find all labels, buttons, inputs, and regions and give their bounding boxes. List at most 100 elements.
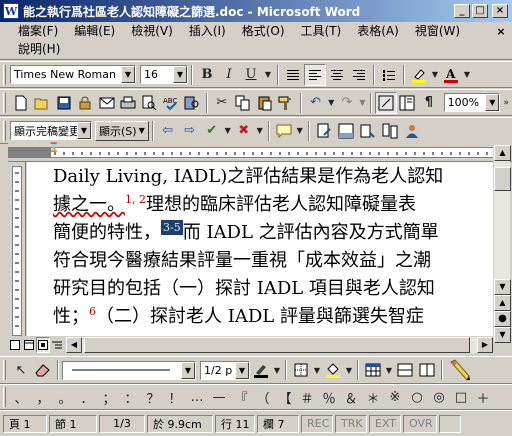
symbol-button[interactable]: ＃ xyxy=(296,386,318,408)
status-ext[interactable]: EXT xyxy=(369,414,401,433)
next-page-button[interactable]: ▼ xyxy=(494,327,511,343)
insert-table-icon[interactable] xyxy=(362,359,384,381)
line-style-combo[interactable]: ▼ xyxy=(62,360,196,380)
toolbar-grip[interactable] xyxy=(3,120,6,141)
table-dropdown-icon[interactable]: ▼ xyxy=(384,359,394,381)
indent-marker-icon[interactable]: ⌛ xyxy=(48,143,59,153)
track-changes-icon[interactable] xyxy=(313,120,335,142)
symbol-button[interactable]: … xyxy=(186,386,208,408)
merge-cells-icon[interactable] xyxy=(394,359,416,381)
outline-view-icon[interactable] xyxy=(50,337,64,353)
align-center-icon[interactable] xyxy=(326,64,348,86)
undo-dropdown-icon[interactable]: ▼ xyxy=(326,92,336,114)
menu-format[interactable]: 格式(O) xyxy=(234,22,293,40)
align-right-icon[interactable] xyxy=(348,64,370,86)
paste-icon[interactable] xyxy=(254,92,275,114)
chevron-down-icon[interactable]: ▼ xyxy=(173,66,187,83)
symbol-button[interactable]: — xyxy=(208,386,230,408)
symbol-button[interactable]: ○ xyxy=(406,386,428,408)
horizontal-scrollbar[interactable]: ◀ ▶ xyxy=(66,337,493,353)
chevron-down-icon[interactable]: ▼ xyxy=(485,94,500,111)
draw-table-pencil-icon[interactable] xyxy=(446,359,474,381)
toolbar-grip[interactable] xyxy=(3,64,6,85)
symbol-button[interactable]: ： xyxy=(120,386,142,408)
spelling-icon[interactable]: ABC xyxy=(160,92,181,114)
display-menu-button[interactable]: 顯示(S) ▼ xyxy=(95,120,149,141)
scroll-thumb[interactable] xyxy=(494,167,511,191)
align-left-icon[interactable] xyxy=(304,63,326,86)
symbol-button[interactable]: ， xyxy=(32,386,54,408)
highlight-icon[interactable] xyxy=(408,64,430,86)
split-cells-icon[interactable] xyxy=(416,359,438,381)
eraser-icon[interactable] xyxy=(32,359,54,381)
symbol-button[interactable]: 、 xyxy=(10,386,32,408)
word-app-icon[interactable]: W xyxy=(3,3,19,19)
close-button[interactable]: × xyxy=(492,4,508,18)
menu-table[interactable]: 表格(A) xyxy=(349,22,407,40)
pen-color-dropdown-icon[interactable]: ▼ xyxy=(272,359,282,381)
copy-icon[interactable] xyxy=(233,92,254,114)
horizontal-scroll-thumb[interactable] xyxy=(84,337,470,353)
chevron-down-icon[interactable]: ▼ xyxy=(121,66,135,83)
symbol-button[interactable]: ＊ xyxy=(362,386,384,408)
cut-icon[interactable]: ✂ xyxy=(211,92,232,114)
font-color-dropdown-icon[interactable]: ▼ xyxy=(462,64,472,86)
print-layout-view-icon[interactable] xyxy=(36,337,50,353)
status-ovr[interactable]: OVR xyxy=(403,414,437,433)
browse-object-button[interactable]: ● xyxy=(494,311,511,327)
open-folder-icon[interactable] xyxy=(31,92,52,114)
symbol-button[interactable]: ？ xyxy=(142,386,164,408)
redo-dropdown-icon[interactable]: ▼ xyxy=(358,92,368,114)
compare-icon[interactable] xyxy=(379,120,401,142)
symbol-button[interactable]: ※ xyxy=(384,386,406,408)
chevron-down-icon[interactable]: ▼ xyxy=(181,361,195,379)
new-document-icon[interactable] xyxy=(10,92,31,114)
justify-icon[interactable] xyxy=(282,64,304,86)
comment-dropdown-icon[interactable]: ▼ xyxy=(295,120,305,142)
shading-color-icon[interactable] xyxy=(322,359,344,381)
status-trk[interactable]: TRK xyxy=(335,414,367,433)
symbol-button[interactable]: ％ xyxy=(318,386,340,408)
redo-icon[interactable]: ↷ xyxy=(336,92,357,114)
accept-change-icon[interactable]: ✔ xyxy=(201,120,223,142)
menu-tools[interactable]: 工具(T) xyxy=(293,22,350,40)
font-name-combo[interactable]: Times New Roman ▼ xyxy=(10,65,136,84)
document-close-button[interactable]: × xyxy=(494,26,508,40)
show-hide-icon[interactable]: ¶ xyxy=(418,92,439,114)
web-view-icon[interactable] xyxy=(22,337,36,353)
chevron-down-icon[interactable]: ▼ xyxy=(235,361,249,379)
document-map-icon[interactable] xyxy=(397,92,418,114)
save-icon[interactable] xyxy=(53,92,74,114)
reject-dropdown-icon[interactable]: ▼ xyxy=(255,120,265,142)
minimize-button[interactable]: _ xyxy=(454,4,470,18)
font-color-icon[interactable]: A xyxy=(440,64,462,86)
symbol-button[interactable]: （ xyxy=(252,386,274,408)
italic-button[interactable]: I xyxy=(218,64,240,86)
accept-dropdown-icon[interactable]: ▼ xyxy=(223,120,233,142)
insert-comment-icon[interactable] xyxy=(273,120,295,142)
menu-insert[interactable]: 插入(I) xyxy=(181,22,234,40)
reviewing-pane-icon[interactable] xyxy=(335,120,357,142)
vertical-scrollbar[interactable]: ▲ ▼ ▲ ● ▼ xyxy=(493,145,511,343)
vertical-ruler[interactable] xyxy=(8,162,26,336)
underline-dropdown-icon[interactable]: ▼ xyxy=(262,64,274,86)
numbering-icon[interactable] xyxy=(378,64,400,86)
symbol-button[interactable]: ． xyxy=(76,386,98,408)
menu-file[interactable]: 檔案(F) xyxy=(10,22,66,40)
symbol-button[interactable]: ◎ xyxy=(428,386,450,408)
scroll-up-button[interactable]: ▲ xyxy=(494,145,511,161)
symbol-button[interactable]: □ xyxy=(450,386,472,408)
permission-icon[interactable] xyxy=(74,92,95,114)
menu-edit[interactable]: 編輯(E) xyxy=(66,22,123,40)
print-preview-icon[interactable] xyxy=(139,92,160,114)
border-dropdown-icon[interactable]: ▼ xyxy=(312,359,322,381)
symbol-button[interactable]: 。 xyxy=(54,386,76,408)
previous-page-button[interactable]: ▲ xyxy=(494,295,511,311)
maximize-button[interactable]: □ xyxy=(472,4,488,18)
selected-citation-superscript[interactable]: 3-5 xyxy=(161,220,183,235)
zoom-combo[interactable]: 100% ▼ xyxy=(443,93,501,112)
drawing-icon[interactable] xyxy=(375,91,397,114)
scroll-down-button[interactable]: ▼ xyxy=(494,279,511,295)
menu-view[interactable]: 檢視(V) xyxy=(123,22,181,40)
next-change-icon[interactable]: ⇨ xyxy=(179,120,201,142)
